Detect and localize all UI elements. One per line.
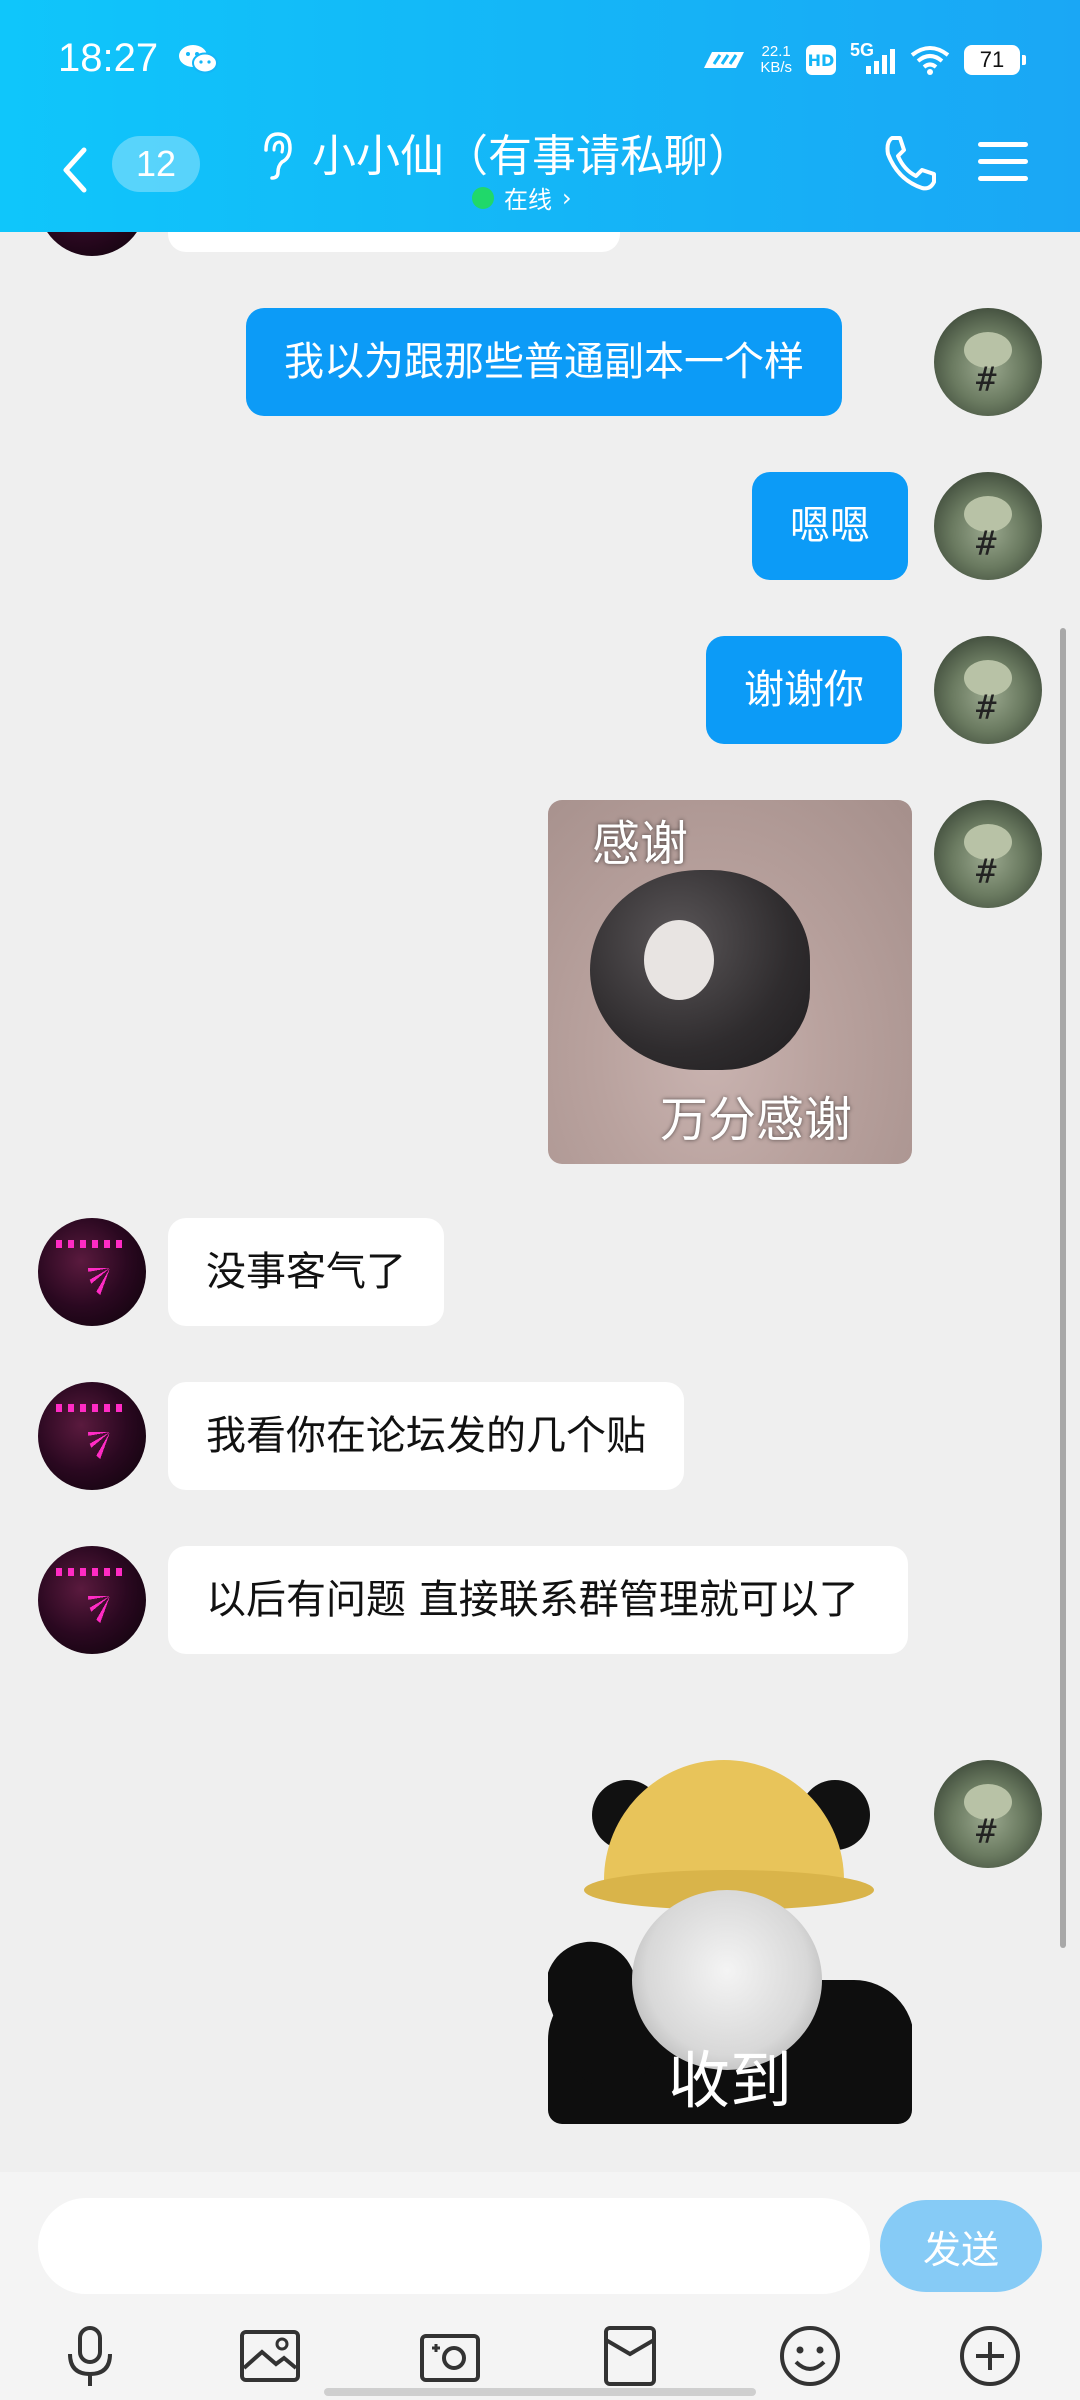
battery-icon: 71 (964, 45, 1026, 75)
my-avatar[interactable] (934, 636, 1042, 744)
contact-avatar[interactable] (38, 1546, 146, 1654)
network-speed-value: 22.1 (761, 43, 791, 60)
network-speed-unit: KB/s (760, 59, 792, 76)
penguin-face (644, 920, 714, 1000)
emoji-icon[interactable] (776, 2322, 844, 2390)
status-icons: 22.1 KB/s HD 5G 71 (700, 36, 1026, 84)
signal-brand-icon (704, 52, 745, 68)
red-packet-icon[interactable] (596, 2322, 664, 2390)
message-bubble-sent[interactable]: 嗯嗯 (752, 472, 908, 580)
message-bubble-received[interactable]: 以后有问题 直接联系群管理就可以了 (168, 1546, 908, 1654)
plus-icon[interactable] (956, 2322, 1024, 2390)
message-list[interactable]: 我以为跟那些普通副本一个样 嗯嗯 谢谢你 感谢 万分感谢 没事客气了 我看你在论… (0, 232, 1080, 2172)
wechat-icon (179, 45, 218, 74)
toolbar (0, 2322, 1080, 2392)
presence-label: 在线 (504, 186, 552, 214)
phone-icon[interactable] (878, 132, 938, 196)
sticker-caption-top: 感谢 (592, 816, 689, 872)
status-bar: 18:27 22.1 KB/s HD 5G 71 (0, 0, 1080, 120)
my-avatar[interactable] (934, 1760, 1042, 1868)
home-indicator[interactable] (324, 2388, 756, 2396)
message-bubble-received[interactable]: 没事客气了 (168, 1218, 444, 1326)
message-input[interactable] (38, 2198, 870, 2294)
contact-name[interactable]: 小小仙（有事请私聊） (312, 120, 752, 184)
penguin-sticker[interactable]: 感谢 万分感谢 (548, 800, 912, 1164)
contact-avatar[interactable] (38, 1382, 146, 1490)
back-icon[interactable] (54, 140, 94, 200)
message-bubble-sent[interactable]: 谢谢你 (706, 636, 902, 744)
online-dot (472, 186, 494, 209)
scrollbar[interactable] (1060, 628, 1066, 1948)
sticker-caption-bottom: 万分感谢 (660, 1092, 853, 1148)
nav-bar: 12 小小仙（有事请私聊） 在线 › (0, 120, 1080, 232)
message-bubble-sent[interactable]: 我以为跟那些普通副本一个样 (246, 308, 842, 416)
cellular-icon: 5G (850, 40, 896, 76)
image-icon[interactable] (236, 2322, 304, 2390)
unread-badge[interactable]: 12 (112, 136, 200, 192)
camera-icon[interactable] (416, 2322, 484, 2390)
send-button[interactable]: 发送 (880, 2200, 1042, 2292)
sticker-caption: 收到 (667, 2044, 792, 2117)
chevron-right-icon: › (562, 183, 572, 212)
contact-avatar[interactable] (38, 1218, 146, 1326)
panda-sticker[interactable]: 收到 (548, 1760, 912, 2124)
message-bubble-received[interactable]: 我看你在论坛发的几个贴 (168, 1382, 684, 1490)
my-avatar[interactable] (934, 800, 1042, 908)
ear-icon[interactable] (256, 128, 296, 184)
chat-header: 18:27 22.1 KB/s HD 5G 71 12 小小仙（有事请私聊） 在… (0, 0, 1080, 232)
message-bubble-partial (168, 232, 620, 252)
hd-icon: HD (806, 45, 836, 75)
contact-avatar[interactable] (38, 232, 146, 256)
microphone-icon[interactable] (56, 2322, 124, 2390)
status-time: 18:27 (58, 36, 159, 80)
network-speed: 22.1 KB/s (760, 44, 792, 76)
my-avatar[interactable] (934, 308, 1042, 416)
my-avatar[interactable] (934, 472, 1042, 580)
presence-status[interactable]: 在线 › (472, 180, 572, 215)
wifi-icon (910, 46, 950, 75)
input-bar: 发送 (0, 2172, 1080, 2400)
menu-icon[interactable] (978, 140, 1028, 184)
